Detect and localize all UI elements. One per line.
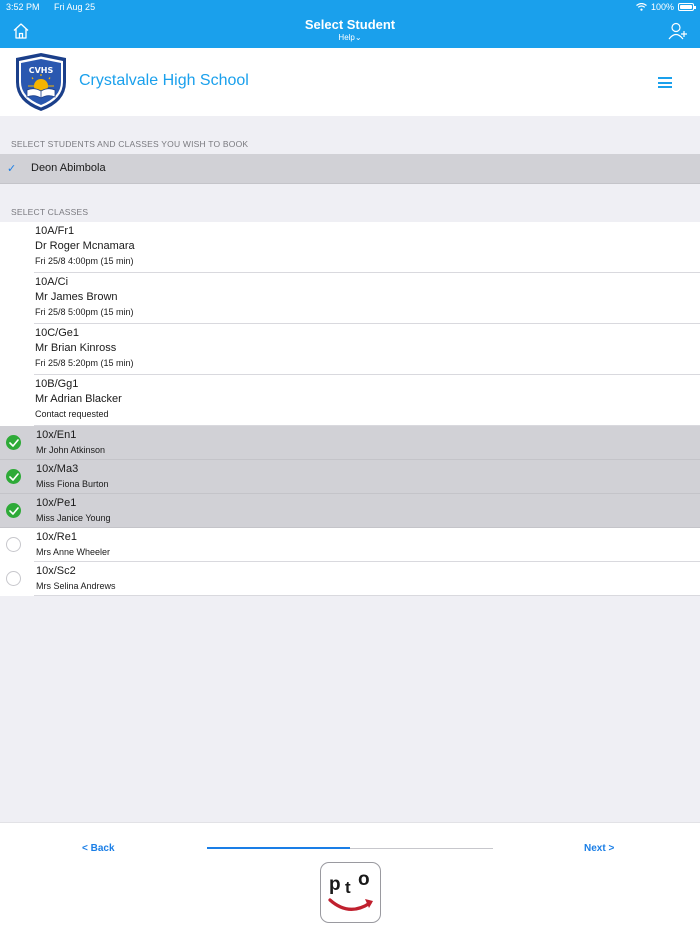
- page-title: Select Student: [304, 17, 396, 32]
- crest-text: CVHS: [29, 66, 54, 75]
- class-code: 10C/Ge1: [35, 327, 80, 339]
- selection-circle-icon[interactable]: [6, 571, 21, 586]
- class-code: 10x/Sc2: [36, 565, 76, 577]
- appointment-detail: Fri 25/8 5:20pm (15 min): [35, 358, 134, 368]
- navigation-bar: 3:52 PM Fri Aug 25 100% Select Student H…: [0, 0, 700, 48]
- next-button[interactable]: Next >: [584, 843, 614, 854]
- battery-percent: 100%: [650, 2, 674, 12]
- appointment-detail: Fri 25/8 4:00pm (15 min): [35, 256, 134, 266]
- booked-class-row: 10A/Ci Mr James Brown Fri 25/8 5:00pm (1…: [0, 273, 700, 324]
- teacher-name: Mr Adrian Blacker: [35, 393, 122, 405]
- logo-letter: p: [329, 874, 341, 895]
- add-user-icon[interactable]: [668, 22, 688, 40]
- class-list: 10A/Fr1 Dr Roger Mcnamara Fri 25/8 4:00p…: [0, 222, 700, 596]
- booked-class-row: 10A/Fr1 Dr Roger Mcnamara Fri 25/8 4:00p…: [0, 222, 700, 273]
- teacher-name: Dr Roger Mcnamara: [35, 240, 135, 252]
- selection-circle-icon[interactable]: [6, 537, 21, 552]
- help-dropdown[interactable]: Help⌄: [0, 33, 700, 42]
- class-code: 10x/En1: [36, 429, 77, 441]
- class-code: 10x/Ma3: [36, 463, 79, 475]
- teacher-name: Miss Janice Young: [36, 513, 111, 523]
- selectable-class-row[interactable]: 10x/Sc2 Mrs Selina Andrews: [0, 562, 700, 596]
- back-button[interactable]: < Back: [82, 843, 115, 854]
- selection-checkmark-icon[interactable]: [6, 503, 21, 518]
- teacher-name: Mr Brian Kinross: [35, 342, 117, 354]
- smile-arrow-icon: [328, 898, 373, 911]
- school-crest-logo: CVHS: [16, 53, 66, 111]
- selection-checkmark-icon[interactable]: [6, 469, 21, 484]
- selectable-class-row[interactable]: 10x/En1 Mr John Atkinson: [0, 426, 700, 460]
- class-code: 10A/Fr1: [35, 225, 75, 237]
- logo-letter: o: [358, 869, 370, 890]
- class-code: 10x/Pe1: [36, 497, 77, 509]
- logo-letter: t: [345, 878, 351, 897]
- teacher-name: Mrs Selina Andrews: [36, 581, 116, 591]
- battery-icon: [678, 3, 696, 11]
- student-row[interactable]: ✓ Deon Abimbola: [0, 154, 700, 184]
- checkmark-icon: ✓: [7, 163, 17, 175]
- selection-checkmark-icon[interactable]: [6, 435, 21, 450]
- status-date: Fri Aug 25: [54, 2, 96, 12]
- status-bar-right: 100%: [636, 2, 696, 12]
- selectable-class-row[interactable]: 10x/Re1 Mrs Anne Wheeler: [0, 528, 700, 562]
- appointment-detail: Fri 25/8 5:00pm (15 min): [35, 307, 134, 317]
- status-bar-left: 3:52 PM Fri Aug 25: [6, 2, 107, 12]
- teacher-name: Mr John Atkinson: [36, 445, 106, 455]
- bottom-toolbar: < Back Next > p t o: [0, 822, 700, 934]
- class-code: 10A/Ci: [35, 276, 69, 288]
- teacher-name: Mrs Anne Wheeler: [36, 547, 111, 557]
- students-section-label: SELECT STUDENTS AND CLASSES YOU WISH TO …: [11, 139, 249, 149]
- student-name: Deon Abimbola: [31, 162, 106, 174]
- booked-class-row: 10C/Ge1 Mr Brian Kinross Fri 25/8 5:20pm…: [0, 324, 700, 375]
- progress-bar: [207, 847, 493, 849]
- status-time: 3:52 PM: [6, 2, 40, 12]
- class-code: 10B/Gg1: [35, 378, 79, 390]
- pto-logo: p t o: [320, 862, 381, 923]
- school-name: Crystalvale High School: [79, 72, 249, 89]
- selectable-class-row[interactable]: 10x/Pe1 Miss Janice Young: [0, 494, 700, 528]
- teacher-name: Mr James Brown: [35, 291, 118, 303]
- class-code: 10x/Re1: [36, 531, 77, 543]
- wifi-icon: [636, 3, 647, 11]
- booked-class-row: 10B/Gg1 Mr Adrian Blacker Contact reques…: [0, 375, 700, 426]
- classes-section-label: SELECT CLASSES: [11, 207, 89, 217]
- school-header: CVHS Crystalvale High School: [0, 48, 700, 116]
- selectable-class-row[interactable]: 10x/Ma3 Miss Fiona Burton: [0, 460, 700, 494]
- appointment-detail: Contact requested: [35, 409, 109, 419]
- teacher-name: Miss Fiona Burton: [36, 479, 109, 489]
- hamburger-menu-icon[interactable]: [658, 77, 672, 88]
